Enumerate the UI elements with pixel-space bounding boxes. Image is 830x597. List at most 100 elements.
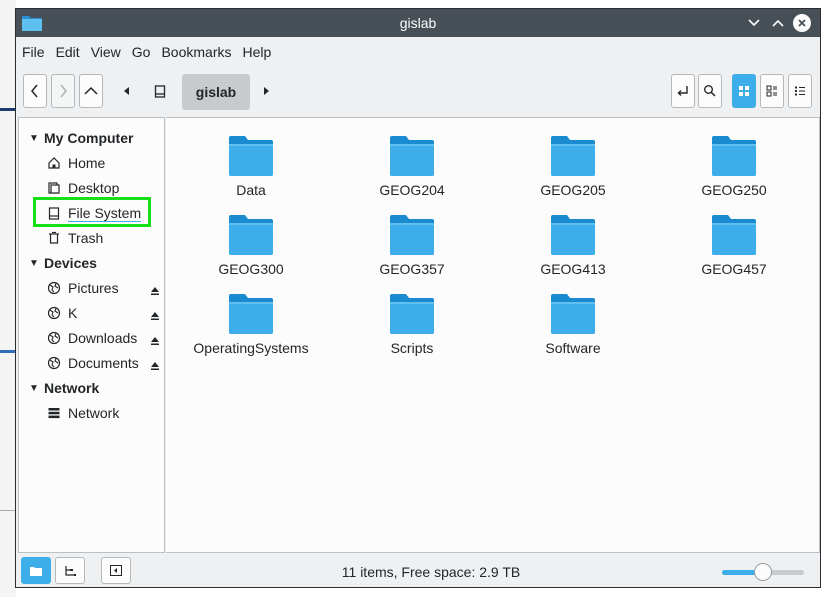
tree-view-icon bbox=[65, 565, 76, 576]
folder-item[interactable]: GEOG204 bbox=[337, 136, 487, 198]
maximize-button[interactable] bbox=[768, 13, 788, 33]
folder-icon bbox=[30, 566, 42, 576]
back-button[interactable] bbox=[23, 74, 47, 108]
sidebar-item-pictures[interactable]: Pictures bbox=[19, 277, 164, 299]
breadcrumb-right-arrow[interactable] bbox=[255, 74, 277, 108]
desktop-icon bbox=[47, 181, 61, 195]
breadcrumb-gislab[interactable]: gislab bbox=[182, 74, 250, 110]
folder-item[interactable]: GEOG250 bbox=[659, 136, 809, 198]
sidebar-item-downloads[interactable]: Downloads bbox=[19, 327, 164, 349]
home-icon bbox=[47, 156, 61, 170]
triangle-right-icon bbox=[264, 87, 269, 95]
up-button[interactable] bbox=[79, 74, 103, 108]
sidebar-item-label: Downloads bbox=[68, 330, 138, 346]
group-label: My Computer bbox=[44, 130, 134, 146]
network-globe-icon bbox=[47, 356, 61, 370]
folder-item[interactable]: GEOG413 bbox=[498, 215, 648, 277]
folder-label: GEOG457 bbox=[701, 261, 767, 277]
network-globe-icon bbox=[47, 281, 61, 295]
folder-label: Software bbox=[545, 340, 601, 356]
sidebar-item-desktop[interactable]: Desktop bbox=[19, 177, 164, 199]
toggle-places-button[interactable] bbox=[21, 557, 51, 584]
background-window bbox=[0, 0, 16, 597]
menu-bookmarks[interactable]: Bookmarks bbox=[155, 44, 236, 60]
folder-label: GEOG357 bbox=[379, 261, 445, 277]
chevron-left-icon bbox=[31, 84, 38, 98]
menu-edit[interactable]: Edit bbox=[50, 44, 85, 60]
toolbar: gislab bbox=[16, 67, 820, 119]
open-terminal-button[interactable] bbox=[671, 74, 695, 108]
chevron-up-icon bbox=[772, 19, 784, 27]
folder-item[interactable]: GEOG357 bbox=[337, 215, 487, 277]
sidebar-item-home[interactable]: Home bbox=[19, 152, 164, 174]
folder-icon bbox=[390, 136, 434, 176]
menu-view[interactable]: View bbox=[85, 44, 126, 60]
chevron-up-icon bbox=[84, 86, 98, 95]
search-icon bbox=[704, 85, 716, 97]
window-title: gislab bbox=[399, 15, 437, 31]
folder-label: GEOG413 bbox=[540, 261, 606, 277]
sidebar-item-label: Desktop bbox=[68, 180, 120, 196]
sidebar-item-label: Network bbox=[68, 405, 120, 421]
eject-icon[interactable] bbox=[150, 308, 160, 324]
compact-view-icon bbox=[766, 85, 777, 97]
folder-item[interactable]: Data bbox=[176, 136, 326, 198]
breadcrumb-left-arrow[interactable] bbox=[116, 74, 138, 108]
details-view-button[interactable] bbox=[788, 74, 812, 108]
folder-item[interactable]: GEOG457 bbox=[659, 215, 809, 277]
group-my-computer[interactable]: ▼ My Computer bbox=[19, 127, 133, 149]
folder-item[interactable]: Scripts bbox=[337, 294, 487, 356]
folder-item[interactable]: GEOG300 bbox=[176, 215, 326, 277]
menu-file[interactable]: File bbox=[16, 44, 50, 60]
folder-icon bbox=[229, 136, 273, 176]
group-network[interactable]: ▼ Network bbox=[19, 377, 99, 399]
collapse-arrow-icon: ▼ bbox=[29, 257, 39, 269]
zoom-slider[interactable] bbox=[722, 563, 804, 581]
collapse-arrow-icon: ▼ bbox=[29, 132, 39, 144]
folder-icon bbox=[229, 294, 273, 334]
server-icon bbox=[47, 406, 61, 420]
sidebar-item-documents[interactable]: Documents bbox=[19, 352, 164, 374]
folder-label: Data bbox=[236, 182, 266, 198]
eject-icon[interactable] bbox=[150, 358, 160, 374]
sidebar-item-trash[interactable]: Trash bbox=[19, 227, 164, 249]
eject-icon[interactable] bbox=[150, 283, 160, 299]
sidebar-item-network[interactable]: Network bbox=[19, 402, 164, 424]
chevron-right-icon bbox=[60, 84, 67, 98]
folder-item[interactable]: GEOG205 bbox=[498, 136, 648, 198]
list-view-icon bbox=[795, 86, 805, 96]
root-drive-button[interactable] bbox=[149, 74, 171, 108]
sidebar-item-k[interactable]: K bbox=[19, 302, 164, 324]
file-manager-window: gislab File Edit View Go Bookmarks Help bbox=[15, 8, 821, 588]
drive-icon bbox=[154, 84, 166, 98]
search-button[interactable] bbox=[698, 74, 722, 108]
eject-icon[interactable] bbox=[150, 333, 160, 349]
highlight-annotation bbox=[33, 197, 151, 227]
compact-view-button[interactable] bbox=[760, 74, 784, 108]
folder-icon bbox=[551, 136, 595, 176]
toggle-folders-button[interactable] bbox=[55, 557, 85, 584]
minimize-button[interactable] bbox=[744, 13, 764, 33]
sidebar-item-label: K bbox=[68, 305, 78, 321]
folder-label: GEOG205 bbox=[540, 182, 606, 198]
collapse-arrow-icon: ▼ bbox=[29, 382, 39, 394]
file-view: Data GEOG204 GEOG205 GEOG250 GEOG300 GEOG357 G… bbox=[166, 117, 820, 553]
forward-button[interactable] bbox=[51, 74, 75, 108]
icons-view-button[interactable] bbox=[732, 74, 756, 108]
menu-help[interactable]: Help bbox=[237, 44, 277, 60]
group-label: Devices bbox=[44, 255, 97, 271]
folder-item[interactable]: Software bbox=[498, 294, 648, 356]
folder-label: GEOG300 bbox=[218, 261, 284, 277]
places-panel: ▼ My Computer Home Desktop File System T… bbox=[18, 117, 165, 553]
folder-icon bbox=[551, 294, 595, 334]
group-label: Network bbox=[44, 380, 100, 396]
sidebar-item-label: Trash bbox=[68, 230, 104, 246]
zoom-slider-handle[interactable] bbox=[754, 563, 772, 581]
folder-label: Scripts bbox=[390, 340, 434, 356]
group-devices[interactable]: ▼ Devices bbox=[19, 252, 97, 274]
enter-arrow-icon bbox=[677, 86, 688, 96]
close-button[interactable] bbox=[793, 14, 811, 32]
menu-go[interactable]: Go bbox=[126, 44, 156, 60]
folder-item[interactable]: OperatingSystems bbox=[176, 294, 326, 356]
toggle-info-panel-button[interactable] bbox=[101, 557, 131, 584]
